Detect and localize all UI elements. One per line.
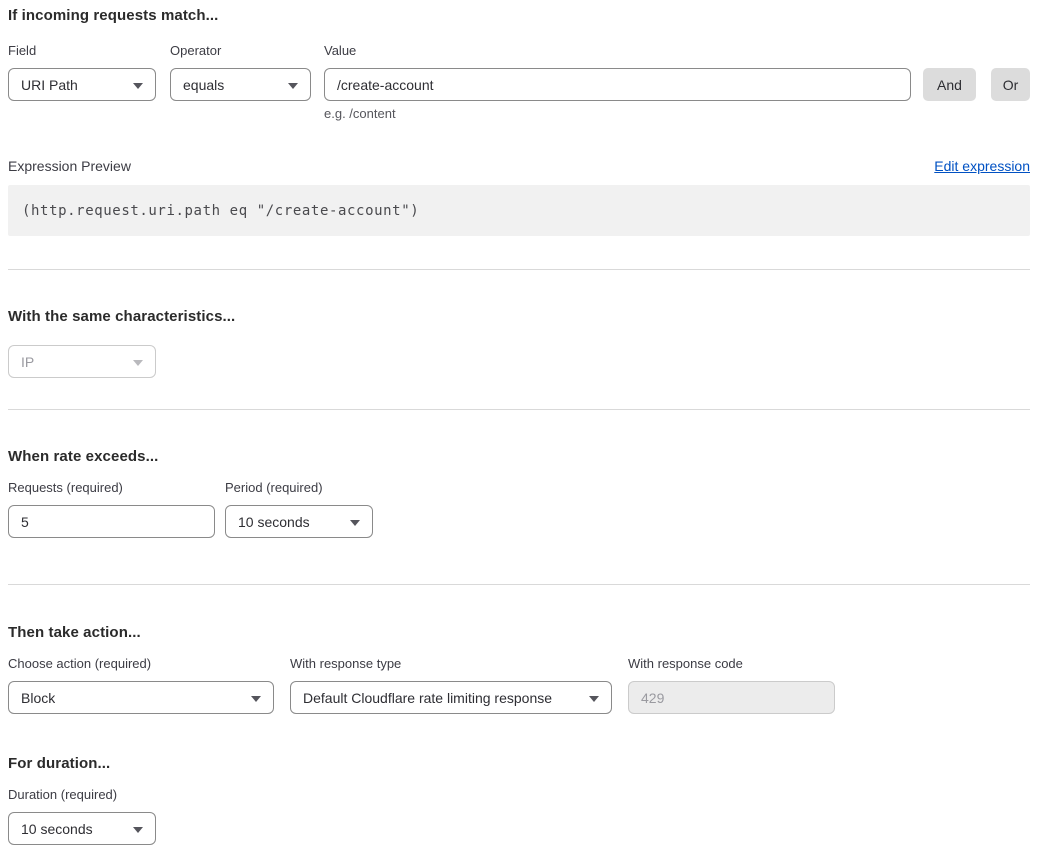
choose-action-select[interactable]: Block xyxy=(8,681,274,714)
period-select[interactable]: 10 seconds xyxy=(225,505,373,538)
chevron-down-icon xyxy=(133,827,143,833)
choose-action-group: Choose action (required) Block xyxy=(8,657,274,714)
requests-input[interactable] xyxy=(8,505,215,538)
section-duration: For duration... Duration (required) 10 s… xyxy=(8,756,1030,845)
period-group: Period (required) 10 seconds xyxy=(225,481,373,538)
chevron-down-icon xyxy=(288,83,298,89)
period-select-value: 10 seconds xyxy=(238,514,310,530)
rate-heading: When rate exceeds... xyxy=(8,449,1030,465)
rate-limiting-rule-form: If incoming requests match... Field URI … xyxy=(8,0,1030,845)
operator-select-value: equals xyxy=(183,77,224,93)
field-label: Field xyxy=(8,44,156,58)
section-divider xyxy=(8,409,1030,410)
section-characteristics: With the same characteristics... IP xyxy=(8,309,1030,378)
chevron-down-icon xyxy=(133,360,143,366)
response-type-select[interactable]: Default Cloudflare rate limiting respons… xyxy=(290,681,612,714)
response-type-label: With response type xyxy=(290,657,612,671)
value-group: Value e.g. /content xyxy=(324,44,911,121)
characteristics-heading: With the same characteristics... xyxy=(8,309,1030,325)
response-code-group: With response code xyxy=(628,657,835,714)
operator-label: Operator xyxy=(170,44,311,58)
section-rate: When rate exceeds... Requests (required)… xyxy=(8,449,1030,538)
response-code-input xyxy=(628,681,835,714)
field-select[interactable]: URI Path xyxy=(8,68,156,101)
and-or-buttons: And Or xyxy=(923,68,1030,101)
characteristic-select-value: IP xyxy=(21,354,34,370)
expression-preview-code: (http.request.uri.path eq "/create-accou… xyxy=(8,185,1030,236)
expression-preview-label: Expression Preview xyxy=(8,158,131,174)
response-type-select-value: Default Cloudflare rate limiting respons… xyxy=(303,690,552,706)
field-group: Field URI Path xyxy=(8,44,156,101)
chevron-down-icon xyxy=(133,83,143,89)
expression-preview-row: Expression Preview Edit expression xyxy=(8,158,1030,174)
and-button[interactable]: And xyxy=(923,68,976,101)
rate-row: Requests (required) Period (required) 10… xyxy=(8,481,1030,538)
edit-expression-link[interactable]: Edit expression xyxy=(934,158,1030,174)
duration-label: Duration (required) xyxy=(8,788,1030,802)
response-type-group: With response type Default Cloudflare ra… xyxy=(290,657,612,714)
choose-action-select-value: Block xyxy=(21,690,55,706)
requests-group: Requests (required) xyxy=(8,481,215,538)
or-button[interactable]: Or xyxy=(991,68,1030,101)
value-helper-text: e.g. /content xyxy=(324,107,911,121)
characteristic-select: IP xyxy=(8,345,156,378)
duration-select-value: 10 seconds xyxy=(21,821,93,837)
chevron-down-icon xyxy=(589,696,599,702)
section-divider xyxy=(8,269,1030,270)
value-input[interactable] xyxy=(324,68,911,101)
match-condition-row: Field URI Path Operator equals Value e.g… xyxy=(8,44,1030,121)
duration-group: Duration (required) 10 seconds xyxy=(8,788,1030,845)
operator-group: Operator equals xyxy=(170,44,311,101)
response-code-label: With response code xyxy=(628,657,835,671)
action-heading: Then take action... xyxy=(8,625,1030,641)
chevron-down-icon xyxy=(251,696,261,702)
duration-heading: For duration... xyxy=(8,756,1030,772)
action-row: Choose action (required) Block With resp… xyxy=(8,657,1030,714)
operator-select[interactable]: equals xyxy=(170,68,311,101)
choose-action-label: Choose action (required) xyxy=(8,657,274,671)
period-label: Period (required) xyxy=(225,481,373,495)
requests-label: Requests (required) xyxy=(8,481,215,495)
field-select-value: URI Path xyxy=(21,77,78,93)
section-incoming-requests: If incoming requests match... Field URI … xyxy=(8,8,1030,236)
section-action: Then take action... Choose action (requi… xyxy=(8,625,1030,714)
value-label: Value xyxy=(324,44,911,58)
section-divider xyxy=(8,584,1030,585)
incoming-requests-heading: If incoming requests match... xyxy=(8,8,1030,24)
duration-select[interactable]: 10 seconds xyxy=(8,812,156,845)
chevron-down-icon xyxy=(350,520,360,526)
